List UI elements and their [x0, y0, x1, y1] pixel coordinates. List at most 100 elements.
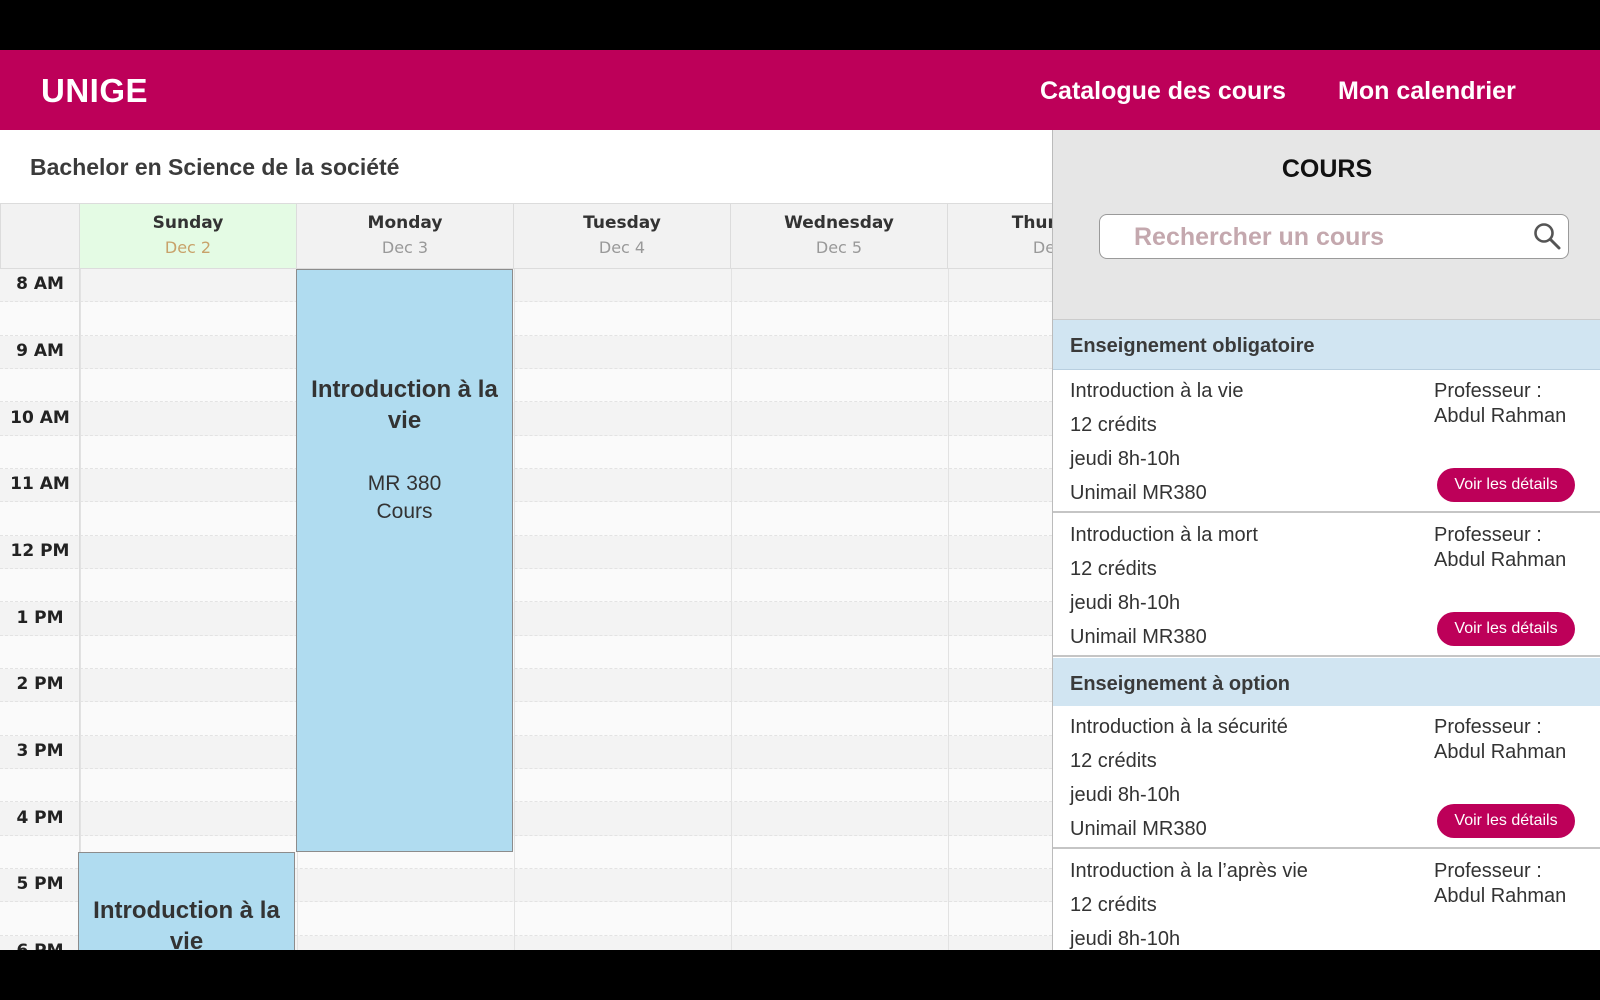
calendar-slot[interactable]	[0, 269, 1052, 303]
calendar-slot[interactable]	[0, 502, 1052, 536]
calendar-slot[interactable]	[0, 569, 1052, 603]
view-details-button[interactable]: Voir les détails	[1437, 612, 1575, 646]
calendar-slot[interactable]	[0, 635, 1052, 669]
day-header-wednesday[interactable]: Wednesday Dec 5	[731, 203, 948, 269]
professor-label: Professeur :	[1434, 380, 1542, 402]
time-label: 4 PM	[16, 808, 64, 828]
day-column-divider	[80, 269, 81, 950]
calendar-grid[interactable]: 8 AM 9 AM 10 AM 11 AM 12 PM 1 PM 2 PM 3 …	[0, 269, 1052, 950]
course-schedule: jeudi 8h-10h	[1070, 448, 1181, 470]
calendar-slot[interactable]	[0, 302, 1052, 336]
day-date: Dec 6	[1032, 238, 1052, 257]
calendar-slot[interactable]	[0, 669, 1052, 703]
calendar-slot[interactable]	[0, 402, 1052, 436]
course-credits: 12 crédits	[1070, 558, 1157, 580]
day-date: Dec 4	[598, 238, 646, 257]
time-label: 5 PM	[16, 874, 64, 894]
brand-logo[interactable]: UNIGE	[41, 72, 148, 110]
course-name: Introduction à la l’après vie	[1070, 860, 1308, 882]
course-credits: 12 crédits	[1070, 750, 1157, 772]
calendar-slot[interactable]	[0, 369, 1052, 403]
time-label: 9 AM	[16, 341, 64, 361]
calendar-slot[interactable]	[0, 769, 1052, 803]
calendar-slot[interactable]	[0, 535, 1052, 569]
program-title: Bachelor en Science de la société	[30, 154, 400, 180]
course-card[interactable]: Introduction à la vie 12 crédits jeudi 8…	[1053, 370, 1600, 513]
day-name: Tuesday	[583, 213, 661, 233]
day-column-divider	[731, 269, 732, 950]
course-name: Introduction à la vie	[1070, 380, 1244, 402]
calendar-slot[interactable]	[0, 735, 1052, 770]
time-label: 2 PM	[16, 674, 64, 694]
panel-title: COURS	[1281, 155, 1373, 183]
view-details-button[interactable]: Voir les détails	[1437, 468, 1575, 502]
course-name: Introduction à la mort	[1070, 524, 1258, 546]
time-label: 1 PM	[16, 608, 64, 628]
course-location: Unimail MR380	[1070, 626, 1207, 648]
calendar-slot[interactable]	[0, 469, 1052, 503]
course-location: Unimail MR380	[1070, 818, 1207, 840]
professor-label: Professeur :	[1434, 860, 1542, 882]
panel-header: COURS	[1053, 130, 1600, 320]
calendar-corner	[0, 203, 80, 269]
professor-label: Professeur :	[1434, 716, 1542, 738]
professor-name: Abdul Rahman	[1434, 885, 1567, 907]
event-title: Introduction à la vie	[93, 897, 280, 950]
calendar-event[interactable]: Introduction à la vie	[78, 852, 295, 950]
section-label: Enseignement à option	[1070, 673, 1291, 695]
day-name: Sunday	[152, 213, 224, 233]
nav-my-calendar[interactable]: Mon calendrier	[1338, 77, 1516, 106]
time-label: 6 PM	[0, 941, 80, 950]
time-label: 10 AM	[10, 408, 70, 428]
time-column: 8 AM 9 AM 10 AM 11 AM 12 PM 1 PM 2 PM 3 …	[0, 269, 80, 950]
course-card[interactable]: Introduction à la mort 12 crédits jeudi …	[1053, 514, 1600, 657]
section-label: Enseignement obligatoire	[1070, 335, 1315, 357]
day-date: Dec 3	[381, 238, 429, 257]
calendar-event[interactable]: Introduction à la vie MR 380 Cours	[296, 269, 513, 852]
day-date: Dec 5	[815, 238, 863, 257]
search-box	[1099, 214, 1569, 259]
course-panel: COURS Enseignement obligatoire Introduct…	[1052, 130, 1600, 950]
professor-name: Abdul Rahman	[1434, 741, 1567, 763]
professor-label: Professeur :	[1434, 524, 1542, 546]
calendar-slot[interactable]	[0, 602, 1052, 636]
day-name: Monday	[367, 213, 443, 233]
event-type: Cours	[376, 500, 433, 523]
day-name: Thursday	[1011, 213, 1052, 233]
time-label: 12 PM	[10, 541, 70, 561]
day-header-thursday[interactable]: Thursday Dec 6	[948, 203, 1052, 269]
week-calendar: Sunday Dec 2 Monday Dec 3 Tuesday Dec 4 …	[0, 203, 1052, 950]
day-column-divider	[514, 269, 515, 950]
course-schedule: jeudi 8h-10h	[1070, 928, 1181, 950]
nav-course-catalogue[interactable]: Catalogue des cours	[1040, 77, 1286, 106]
top-navbar: UNIGE Catalogue des cours Mon calendrier	[0, 50, 1600, 130]
view-details-button[interactable]: Voir les détails	[1437, 804, 1575, 838]
section-mandatory[interactable]: Enseignement obligatoire	[1053, 320, 1600, 370]
time-label: 3 PM	[16, 741, 64, 761]
day-header-monday[interactable]: Monday Dec 3	[297, 203, 514, 269]
calendar-slot[interactable]	[0, 335, 1052, 369]
course-search-input[interactable]	[1134, 221, 1514, 253]
course-credits: 12 crédits	[1070, 894, 1157, 916]
section-optional[interactable]: Enseignement à option	[1053, 658, 1600, 708]
event-room: MR 380	[367, 472, 442, 495]
course-credits: 12 crédits	[1070, 414, 1157, 436]
calendar-slot[interactable]	[0, 435, 1052, 469]
course-card[interactable]: Introduction à la sécurité 12 crédits je…	[1053, 706, 1600, 849]
calendar-slot[interactable]	[0, 802, 1052, 836]
professor-name: Abdul Rahman	[1434, 405, 1567, 427]
course-schedule: jeudi 8h-10h	[1070, 592, 1181, 614]
day-header-sunday[interactable]: Sunday Dec 2	[80, 203, 297, 269]
time-label: 8 AM	[16, 274, 64, 294]
app-frame: UNIGE Catalogue des cours Mon calendrier…	[0, 50, 1600, 950]
professor-name: Abdul Rahman	[1434, 549, 1567, 571]
time-label: 11 AM	[10, 474, 70, 494]
course-name: Introduction à la sécurité	[1070, 716, 1288, 738]
search-icon[interactable]	[1532, 221, 1562, 251]
event-title: Introduction à la vie	[311, 376, 498, 434]
day-header-tuesday[interactable]: Tuesday Dec 4	[514, 203, 731, 269]
calendar-slot[interactable]	[0, 702, 1052, 736]
day-date: Dec 2	[164, 238, 212, 257]
day-column-divider	[948, 269, 949, 950]
course-card[interactable]: Introduction à la l’après vie 12 crédits…	[1053, 850, 1600, 950]
